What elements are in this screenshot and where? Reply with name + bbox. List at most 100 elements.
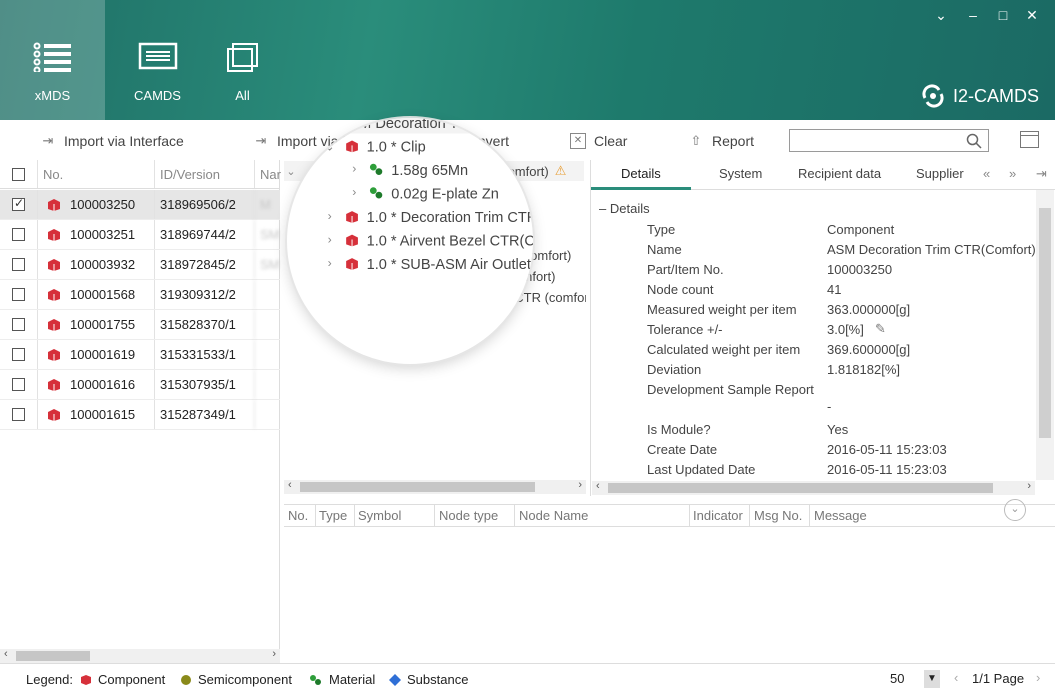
property-value: 2016-05-11 15:23:03: [827, 462, 947, 477]
details-section-header[interactable]: – Details: [599, 201, 650, 216]
scroll-right-icon[interactable]: ›: [578, 479, 582, 491]
column-type[interactable]: Type: [319, 508, 347, 523]
scroll-left-icon[interactable]: ‹: [596, 480, 600, 492]
property-value: 2016-05-11 15:23:03: [827, 442, 947, 457]
collapse-icon[interactable]: –: [599, 201, 606, 216]
chevron-down-icon[interactable]: ▼: [924, 670, 940, 688]
table-row[interactable]: 100001619 315331533/1: [0, 340, 280, 370]
row-no-cell: 100001616: [37, 370, 135, 399]
component-icon: [345, 249, 357, 261]
table-row[interactable]: 100003932 318972845/2 SM: [0, 250, 280, 280]
clear-button[interactable]: ✕ Clear: [570, 130, 627, 152]
expand-icon[interactable]: ›: [324, 249, 338, 261]
scroll-thumb[interactable]: [608, 483, 993, 493]
tree-root[interactable]: ⌄ ASM Decoration Trim CTR(Comfort) ⚠: [284, 161, 584, 181]
footer: Legend: Component Semicomponent Material…: [0, 663, 1055, 693]
upload-icon: ⇧: [690, 133, 702, 148]
close-button[interactable]: ✕: [1021, 6, 1043, 24]
row-checkbox[interactable]: [12, 280, 25, 309]
import-interface-button[interactable]: ⇥ Import via Interface: [40, 130, 184, 152]
row-checkbox[interactable]: [12, 340, 25, 369]
column-msg-no[interactable]: No.: [288, 508, 308, 523]
import-pdf-label: Import via PDF: [277, 133, 371, 149]
search-icon[interactable]: [966, 133, 982, 149]
collapse-icon[interactable]: ⌄: [284, 165, 298, 178]
import-icon: ⇥: [255, 133, 267, 148]
tree-node[interactable]: › 1.0 * Decoration Trim CTR(Comfort): [324, 245, 571, 265]
table-row[interactable]: 100001616 315307935/1: [0, 370, 280, 400]
row-id-version: 315307935/1: [154, 370, 236, 399]
tab-supplier[interactable]: Supplier: [916, 166, 964, 181]
details-horizontal-scrollbar[interactable]: ‹ ›: [592, 480, 1035, 495]
scroll-left-icon[interactable]: ‹: [288, 479, 292, 491]
expand-icon[interactable]: ›: [346, 207, 360, 219]
minimize-button[interactable]: ⌄: [930, 6, 952, 24]
nav-tab-all[interactable]: All: [190, 0, 295, 120]
table-row[interactable]: 100003251 318969744/2 SM: [0, 220, 280, 250]
row-checkbox[interactable]: [12, 190, 25, 219]
column-name[interactable]: Nar: [254, 160, 281, 188]
prev-page-icon[interactable]: ‹: [954, 670, 958, 685]
component-icon: [48, 318, 60, 331]
table-row[interactable]: 100001615 315287349/1: [0, 400, 280, 430]
next-page-icon[interactable]: ›: [1036, 670, 1040, 685]
row-name: [254, 370, 260, 399]
scroll-thumb[interactable]: [300, 482, 535, 492]
select-all-checkbox[interactable]: [12, 160, 25, 188]
details-vertical-scrollbar[interactable]: [1036, 190, 1054, 480]
layout-toggle-button[interactable]: [1020, 131, 1039, 148]
column-node-name[interactable]: Node Name: [519, 508, 588, 523]
column-node-type[interactable]: Node type: [439, 508, 498, 523]
expand-icon[interactable]: ›: [324, 270, 338, 282]
component-icon: [48, 198, 60, 211]
tabs-end-icon[interactable]: ⇥: [1036, 166, 1047, 182]
restore-button[interactable]: –: [962, 6, 984, 24]
tab-details[interactable]: Details: [621, 166, 661, 181]
column-message-number[interactable]: Msg No.: [754, 508, 802, 523]
edit-icon[interactable]: ✎: [875, 321, 886, 337]
table-row[interactable]: 100001755 315828370/1: [0, 310, 280, 340]
tabs-scroll-right-icon[interactable]: »: [1009, 166, 1016, 181]
table-row[interactable]: 100003250 318969506/2 M: [0, 190, 280, 220]
row-checkbox[interactable]: [12, 220, 25, 249]
convert-button[interactable]: ⇄ Convert: [436, 130, 509, 152]
column-indicator[interactable]: Indicator: [693, 508, 743, 523]
expand-icon[interactable]: ›: [346, 228, 360, 240]
row-checkbox[interactable]: [12, 370, 25, 399]
scroll-thumb[interactable]: [16, 651, 90, 661]
row-checkbox[interactable]: [12, 310, 25, 339]
tree-node[interactable]: › 1.0 * SUB-ASM Air Outlet CTR (comfort): [324, 287, 586, 307]
column-symbol[interactable]: Symbol: [358, 508, 401, 523]
column-id-version[interactable]: ID/Version: [154, 160, 220, 188]
expand-icon[interactable]: ›: [324, 291, 338, 303]
row-checkbox[interactable]: [12, 250, 25, 279]
row-no: 100003250: [70, 197, 136, 212]
component-icon: [320, 165, 332, 177]
component-icon: [48, 348, 60, 361]
row-checkbox[interactable]: [12, 400, 25, 429]
nav-tab-xmds[interactable]: xMDS: [0, 0, 105, 120]
scroll-right-icon[interactable]: ›: [272, 648, 276, 660]
collapse-icon[interactable]: ⌄: [324, 186, 338, 199]
tab-system[interactable]: System: [719, 166, 762, 181]
report-button[interactable]: ⇧ Report: [688, 130, 754, 152]
import-pdf-button[interactable]: ⇥ Import via PDF: [253, 130, 371, 152]
maximize-button[interactable]: □: [992, 6, 1014, 24]
table-row[interactable]: 100001568 319309312/2: [0, 280, 280, 310]
tree-node[interactable]: ⌄ 1.0 * Clip: [324, 182, 416, 202]
tree-horizontal-scrollbar[interactable]: ‹ ›: [284, 479, 586, 494]
scroll-thumb[interactable]: [1039, 208, 1051, 438]
tree-node[interactable]: › 1.58g 65Mn: [346, 203, 455, 223]
tree-node[interactable]: › 1.0 * Airvent Bezel CTR(Comfort): [324, 266, 555, 286]
search-input[interactable]: [789, 129, 989, 152]
scroll-right-icon[interactable]: ›: [1027, 480, 1031, 492]
grid-horizontal-scrollbar[interactable]: ‹ ›: [0, 648, 280, 663]
tree-node[interactable]: › 0.02g E-plate Zn: [346, 224, 482, 244]
collapse-panel-icon[interactable]: ⌄: [1004, 499, 1026, 521]
column-no[interactable]: No.: [37, 160, 63, 188]
column-message[interactable]: Message: [814, 508, 867, 523]
scroll-left-icon[interactable]: ‹: [4, 648, 8, 660]
tabs-scroll-left-icon[interactable]: «: [983, 166, 990, 181]
tab-recipient-data[interactable]: Recipient data: [798, 166, 881, 181]
page-size-select[interactable]: 50: [890, 671, 904, 686]
